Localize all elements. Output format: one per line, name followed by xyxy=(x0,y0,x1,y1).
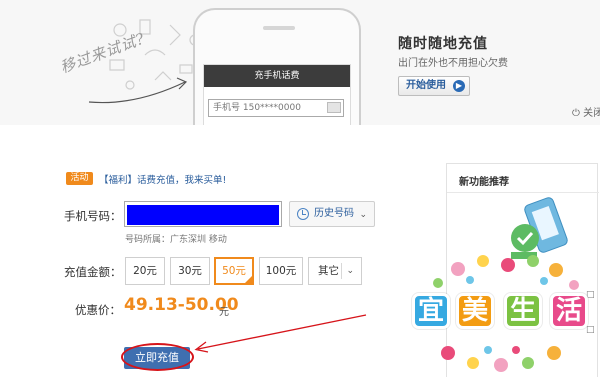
curved-arrow-icon xyxy=(88,77,188,104)
price-label: 优惠价： xyxy=(75,303,121,317)
start-using-button[interactable]: 开始使用 ▶ xyxy=(398,76,470,96)
contact-book-icon xyxy=(327,102,341,113)
promo-subtitle: 出门在外也不用担心欠费 xyxy=(398,58,508,69)
phone-illustration: 充手机话费 手机号 150****0000 xyxy=(193,8,361,125)
annotation-circle xyxy=(121,343,194,371)
history-numbers-button[interactable]: 历史号码 ⌄ xyxy=(289,201,375,227)
amount-option-selected[interactable]: 50元 xyxy=(214,257,254,285)
chevron-down-icon: ⌄ xyxy=(359,210,367,220)
watermark-char: 生 xyxy=(504,293,542,329)
dropdown-separator xyxy=(341,263,342,279)
activity-link[interactable]: 【福利】话费充值，我来买单! xyxy=(99,172,226,186)
phone-screen-placeholder: 手机号 150****0000 xyxy=(213,103,301,113)
phone-speaker xyxy=(263,26,295,30)
watermark-char: 宜 xyxy=(412,293,450,329)
amount-label: 充值金额： xyxy=(64,265,122,279)
amount-option[interactable]: 30元 xyxy=(170,257,210,285)
close-banner-label: 关闭 xyxy=(583,108,600,119)
amount-option[interactable]: 20元 xyxy=(125,257,165,285)
phone-screen: 充手机话费 手机号 150****0000 xyxy=(203,64,351,125)
close-banner-link[interactable]: ⏻ 关闭 xyxy=(572,104,600,119)
annotation-arrow-icon xyxy=(194,314,367,353)
history-numbers-label: 历史号码 xyxy=(314,208,354,219)
start-using-label: 开始使用 xyxy=(406,80,446,91)
power-icon: ⏻ xyxy=(572,108,580,119)
phone-screen-title: 充手机话费 xyxy=(204,65,350,87)
promo-title: 随时随地充值 xyxy=(398,36,488,52)
watermark-char: 活 xyxy=(550,293,588,329)
clock-icon xyxy=(297,208,309,220)
activity-badge: 活动 xyxy=(66,172,93,185)
phone-number-field[interactable] xyxy=(124,201,282,227)
new-features-title: 新功能推荐 xyxy=(459,177,509,188)
phone-number-label: 手机号码： xyxy=(64,209,122,223)
chevron-down-icon: ⌄ xyxy=(346,266,354,276)
phone-number-input[interactable] xyxy=(127,204,279,225)
amount-option[interactable]: 100元 xyxy=(259,257,303,285)
promo-banner: 移过来试试? 充手机话费 手机号 150****0000 随时随地充值 出门在外… xyxy=(0,0,600,125)
watermark-characters: 宜 美 生 活 xyxy=(408,291,594,335)
arrow-right-icon: ▶ xyxy=(453,80,465,92)
panel-divider xyxy=(447,192,599,193)
yimei-life-watermark: 宜 美 生 活 xyxy=(408,253,594,375)
phone-screen-input: 手机号 150****0000 xyxy=(208,99,344,117)
other-amount-dropdown[interactable]: 其它 ⌄ xyxy=(308,257,362,285)
watermark-char: 美 xyxy=(456,293,494,329)
other-amount-label: 其它 xyxy=(318,265,339,277)
number-region-info: 号码所属：广东深圳 移动 xyxy=(125,235,227,245)
